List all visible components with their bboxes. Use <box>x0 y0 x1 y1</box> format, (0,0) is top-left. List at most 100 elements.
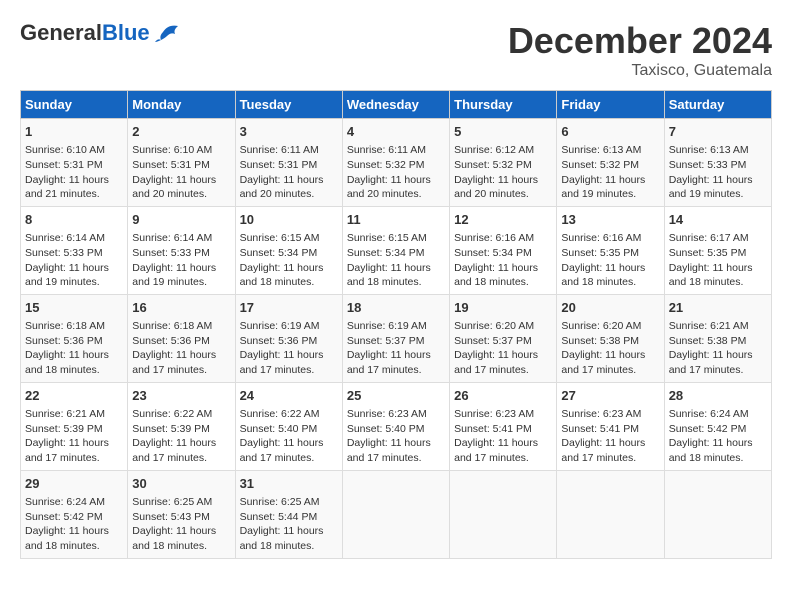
day-number: 25 <box>347 387 445 405</box>
day-info-line: Sunset: 5:37 PM <box>347 334 445 349</box>
day-info-line: Sunrise: 6:24 AM <box>669 407 767 422</box>
calendar-cell: 20Sunrise: 6:20 AMSunset: 5:38 PMDayligh… <box>557 294 664 382</box>
day-info-line: Sunset: 5:35 PM <box>669 246 767 261</box>
day-info-line: Sunset: 5:43 PM <box>132 510 230 525</box>
day-info-line: Sunrise: 6:19 AM <box>240 319 338 334</box>
day-info-line: and 17 minutes. <box>454 363 552 378</box>
title-block: December 2024 Taxisco, Guatemala <box>508 20 772 80</box>
day-info-line: and 19 minutes. <box>25 275 123 290</box>
logo: GeneralBlue <box>20 20 183 46</box>
day-info-line: and 19 minutes. <box>669 187 767 202</box>
day-info-line: and 17 minutes. <box>347 451 445 466</box>
logo-general: General <box>20 20 102 45</box>
day-number: 19 <box>454 299 552 317</box>
day-number: 27 <box>561 387 659 405</box>
calendar-cell: 5Sunrise: 6:12 AMSunset: 5:32 PMDaylight… <box>450 119 557 207</box>
day-info-line: Sunrise: 6:11 AM <box>240 143 338 158</box>
day-number: 21 <box>669 299 767 317</box>
calendar-cell: 2Sunrise: 6:10 AMSunset: 5:31 PMDaylight… <box>128 119 235 207</box>
day-info-line: Sunset: 5:42 PM <box>25 510 123 525</box>
day-number: 13 <box>561 211 659 229</box>
day-info-line: Daylight: 11 hours <box>347 173 445 188</box>
day-info-line: Sunrise: 6:23 AM <box>347 407 445 422</box>
day-info-line: and 18 minutes. <box>454 275 552 290</box>
week-row-2: 8Sunrise: 6:14 AMSunset: 5:33 PMDaylight… <box>21 206 772 294</box>
day-number: 3 <box>240 123 338 141</box>
day-info-line: Sunrise: 6:15 AM <box>240 231 338 246</box>
day-info-line: Daylight: 11 hours <box>454 173 552 188</box>
day-number: 8 <box>25 211 123 229</box>
calendar-body: 1Sunrise: 6:10 AMSunset: 5:31 PMDaylight… <box>21 119 772 559</box>
calendar-cell: 4Sunrise: 6:11 AMSunset: 5:32 PMDaylight… <box>342 119 449 207</box>
day-info-line: and 20 minutes. <box>132 187 230 202</box>
calendar-cell: 3Sunrise: 6:11 AMSunset: 5:31 PMDaylight… <box>235 119 342 207</box>
day-info-line: Sunrise: 6:20 AM <box>454 319 552 334</box>
day-info-line: Sunset: 5:33 PM <box>25 246 123 261</box>
day-info-line: Daylight: 11 hours <box>132 436 230 451</box>
day-info-line: Sunrise: 6:16 AM <box>454 231 552 246</box>
day-info-line: Sunrise: 6:23 AM <box>454 407 552 422</box>
day-info-line: and 17 minutes. <box>561 363 659 378</box>
calendar-cell: 24Sunrise: 6:22 AMSunset: 5:40 PMDayligh… <box>235 382 342 470</box>
week-row-4: 22Sunrise: 6:21 AMSunset: 5:39 PMDayligh… <box>21 382 772 470</box>
day-info-line: Daylight: 11 hours <box>561 261 659 276</box>
calendar-cell <box>450 470 557 558</box>
day-number: 12 <box>454 211 552 229</box>
day-info-line: Sunrise: 6:21 AM <box>25 407 123 422</box>
day-number: 17 <box>240 299 338 317</box>
day-info-line: Sunrise: 6:17 AM <box>669 231 767 246</box>
day-number: 18 <box>347 299 445 317</box>
day-info-line: Sunrise: 6:18 AM <box>25 319 123 334</box>
day-info-line: Sunset: 5:34 PM <box>240 246 338 261</box>
day-info-line: Sunset: 5:34 PM <box>454 246 552 261</box>
calendar-cell: 31Sunrise: 6:25 AMSunset: 5:44 PMDayligh… <box>235 470 342 558</box>
day-info-line: Sunset: 5:40 PM <box>347 422 445 437</box>
day-info-line: Daylight: 11 hours <box>132 524 230 539</box>
day-number: 16 <box>132 299 230 317</box>
day-info-line: and 17 minutes. <box>454 451 552 466</box>
day-info-line: Daylight: 11 hours <box>25 261 123 276</box>
day-number: 9 <box>132 211 230 229</box>
day-info-line: and 18 minutes. <box>347 275 445 290</box>
day-info-line: Sunset: 5:35 PM <box>561 246 659 261</box>
day-number: 5 <box>454 123 552 141</box>
day-info-line: Sunset: 5:32 PM <box>347 158 445 173</box>
day-info-line: and 18 minutes. <box>25 539 123 554</box>
calendar-cell: 26Sunrise: 6:23 AMSunset: 5:41 PMDayligh… <box>450 382 557 470</box>
day-info-line: Daylight: 11 hours <box>132 348 230 363</box>
calendar-cell: 30Sunrise: 6:25 AMSunset: 5:43 PMDayligh… <box>128 470 235 558</box>
day-info-line: Daylight: 11 hours <box>132 261 230 276</box>
day-info-line: Daylight: 11 hours <box>240 524 338 539</box>
day-info-line: Daylight: 11 hours <box>132 173 230 188</box>
calendar-cell: 22Sunrise: 6:21 AMSunset: 5:39 PMDayligh… <box>21 382 128 470</box>
day-info-line: and 17 minutes. <box>347 363 445 378</box>
calendar-cell: 10Sunrise: 6:15 AMSunset: 5:34 PMDayligh… <box>235 206 342 294</box>
day-info-line: Sunrise: 6:10 AM <box>132 143 230 158</box>
day-info-line: Sunrise: 6:13 AM <box>669 143 767 158</box>
day-info-line: Sunset: 5:36 PM <box>132 334 230 349</box>
day-info-line: and 18 minutes. <box>669 451 767 466</box>
day-info-line: and 18 minutes. <box>669 275 767 290</box>
day-info-line: Sunset: 5:36 PM <box>240 334 338 349</box>
day-info-line: Daylight: 11 hours <box>561 348 659 363</box>
day-info-line: Sunrise: 6:12 AM <box>454 143 552 158</box>
day-info-line: Daylight: 11 hours <box>25 348 123 363</box>
calendar-cell: 29Sunrise: 6:24 AMSunset: 5:42 PMDayligh… <box>21 470 128 558</box>
day-info-line: Sunset: 5:38 PM <box>561 334 659 349</box>
calendar-header: SundayMondayTuesdayWednesdayThursdayFrid… <box>21 91 772 119</box>
calendar-cell: 28Sunrise: 6:24 AMSunset: 5:42 PMDayligh… <box>664 382 771 470</box>
calendar-cell: 25Sunrise: 6:23 AMSunset: 5:40 PMDayligh… <box>342 382 449 470</box>
day-number: 30 <box>132 475 230 493</box>
location-subtitle: Taxisco, Guatemala <box>508 62 772 80</box>
day-info-line: Sunset: 5:42 PM <box>669 422 767 437</box>
calendar-cell: 1Sunrise: 6:10 AMSunset: 5:31 PMDaylight… <box>21 119 128 207</box>
day-info-line: Sunrise: 6:13 AM <box>561 143 659 158</box>
day-number: 29 <box>25 475 123 493</box>
day-info-line: Daylight: 11 hours <box>669 261 767 276</box>
day-info-line: Sunset: 5:33 PM <box>669 158 767 173</box>
day-info-line: Daylight: 11 hours <box>240 261 338 276</box>
day-info-line: Sunrise: 6:20 AM <box>561 319 659 334</box>
weekday-header-row: SundayMondayTuesdayWednesdayThursdayFrid… <box>21 91 772 119</box>
day-info-line: Sunrise: 6:21 AM <box>669 319 767 334</box>
day-info-line: Daylight: 11 hours <box>561 436 659 451</box>
